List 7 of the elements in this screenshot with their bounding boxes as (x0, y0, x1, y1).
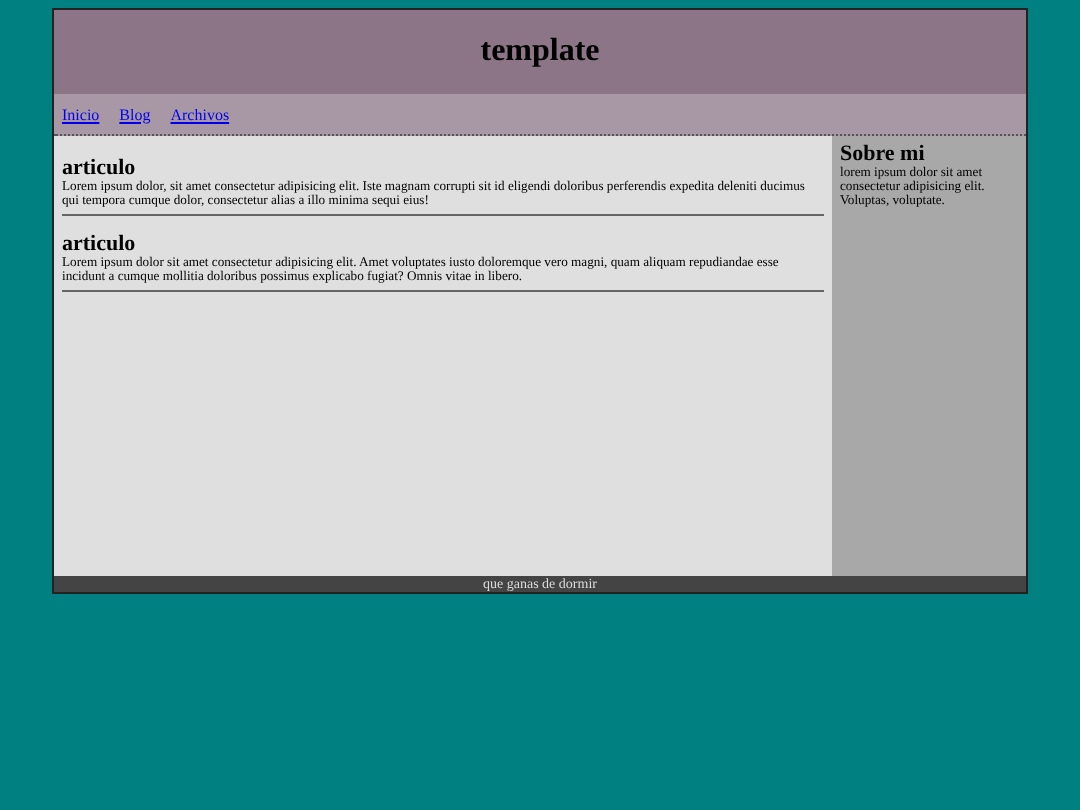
nav-link[interactable]: Archivos (170, 105, 230, 123)
sidebar-title: Sobre mi (840, 144, 927, 166)
article-title: articulo (62, 234, 136, 256)
nav-link[interactable]: Inicio (62, 105, 100, 123)
site-title: template (480, 34, 600, 70)
article-title: articulo (62, 158, 136, 180)
nav-link[interactable]: Blog (119, 105, 151, 123)
